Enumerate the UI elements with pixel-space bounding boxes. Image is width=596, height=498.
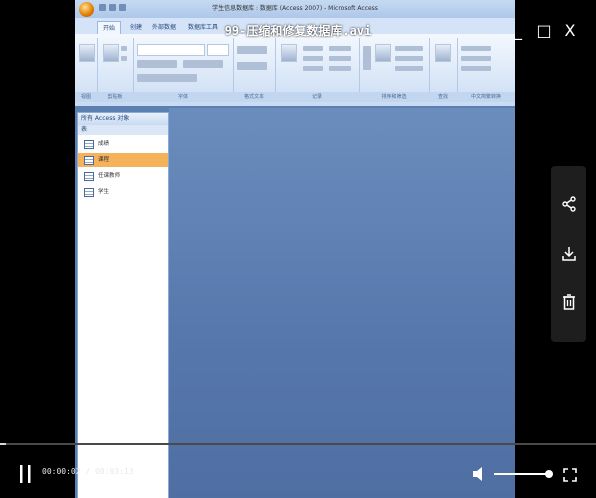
alignment-buttons	[183, 60, 223, 68]
table-icon	[84, 172, 94, 181]
redo-icon	[119, 4, 126, 11]
maximize-button[interactable]: □	[531, 16, 557, 46]
ribbon-group-chinese-conversion: 中文简繁转换	[457, 38, 515, 102]
nav-item-table: 成绩	[78, 137, 168, 151]
time-separator: /	[80, 467, 95, 476]
nav-item-table: 任课教师	[78, 169, 168, 183]
totals-icon	[329, 46, 351, 51]
ribbon-group-views: 视图	[75, 38, 98, 102]
delete-button[interactable]	[551, 282, 586, 322]
ribbon-group-records: 记录	[275, 38, 360, 102]
simplified-to-traditional-icon	[461, 46, 491, 51]
delete-record-icon	[303, 66, 323, 71]
toggle-filter-icon	[395, 66, 423, 71]
undo-icon	[109, 4, 116, 11]
side-action-panel	[551, 166, 586, 342]
delete-icon	[562, 294, 575, 310]
minimize-button[interactable]: _	[505, 16, 531, 46]
volume-slider[interactable]	[494, 470, 553, 478]
conversion-icon	[461, 66, 491, 71]
volume-slider-knob[interactable]	[545, 470, 553, 478]
table-icon	[84, 156, 94, 165]
nav-section-label: 表	[81, 126, 88, 133]
ribbon: 视图 剪贴板 字体 格式文本 记录 排序和筛选 查找 中文简繁转换	[75, 34, 515, 106]
fullscreen-button[interactable]	[563, 467, 577, 482]
pause-button[interactable]	[18, 463, 34, 485]
office-button-icon	[79, 2, 94, 17]
close-button[interactable]: X	[557, 16, 583, 46]
seek-bar[interactable]	[0, 443, 596, 445]
sort-icon	[363, 46, 371, 70]
ribbon-group-clipboard: 剪贴板	[97, 38, 134, 102]
share-button[interactable]	[551, 184, 586, 224]
total-time: 00:03:13	[94, 467, 134, 476]
current-time: 00:00:02	[42, 467, 81, 476]
font-size-select	[207, 44, 229, 56]
advanced-filter-icon	[395, 56, 423, 61]
table-icon	[84, 188, 94, 197]
ribbon-group-find: 查找	[429, 38, 458, 102]
save-record-icon	[303, 56, 323, 61]
access-window-title: 学生信息数据库 : 数据库 (Access 2007) - Microsoft …	[212, 5, 378, 12]
ribbon-group-font: 字体	[133, 38, 234, 102]
navigation-pane: 所有 Access 对象 表 成绩 课程 任课教师 学生	[77, 112, 169, 498]
download-button[interactable]	[551, 234, 586, 274]
volume-button[interactable]	[472, 466, 486, 482]
seek-bar-fill	[0, 443, 6, 445]
share-icon	[561, 196, 576, 212]
nav-item-table: 学生	[78, 185, 168, 199]
save-icon	[99, 4, 106, 11]
view-icon	[79, 44, 95, 62]
ribbon-group-sort-filter: 排序和筛选	[359, 38, 430, 102]
font-style-buttons	[137, 60, 177, 68]
table-icon	[84, 140, 94, 149]
download-icon	[561, 247, 576, 261]
copy-icon	[121, 56, 127, 61]
traditional-to-simplified-icon	[461, 56, 491, 61]
speaker-icon	[473, 467, 482, 481]
list-buttons	[237, 62, 267, 70]
access-workspace	[169, 108, 515, 498]
fullscreen-icon	[563, 468, 577, 482]
cut-icon	[121, 46, 127, 51]
more-icon	[329, 66, 351, 71]
access-title-bar: 学生信息数据库 : 数据库 (Access 2007) - Microsoft …	[75, 0, 515, 18]
spelling-icon	[329, 56, 351, 61]
font-color-buttons	[137, 74, 197, 82]
nav-pane-header: 所有 Access 对象	[78, 113, 168, 125]
indent-buttons	[237, 46, 267, 54]
time-display: 00:00:02 / 00:03:13	[42, 467, 134, 476]
refresh-icon	[281, 44, 297, 62]
video-frame[interactable]: 学生信息数据库 : 数据库 (Access 2007) - Microsoft …	[75, 0, 515, 498]
selection-filter-icon	[395, 46, 423, 51]
new-record-icon	[303, 46, 323, 51]
nav-pane-title: 所有 Access 对象	[81, 115, 130, 122]
ribbon-group-rich-text: 格式文本	[233, 38, 276, 102]
font-name-select	[137, 44, 205, 56]
nav-item-table-selected: 课程	[78, 153, 168, 167]
pause-icon	[20, 465, 31, 483]
filter-icon	[375, 44, 391, 62]
find-icon	[435, 44, 451, 62]
paste-icon	[103, 44, 119, 62]
nav-section-tables: 表	[78, 125, 168, 135]
volume-slider-fill	[494, 473, 549, 475]
